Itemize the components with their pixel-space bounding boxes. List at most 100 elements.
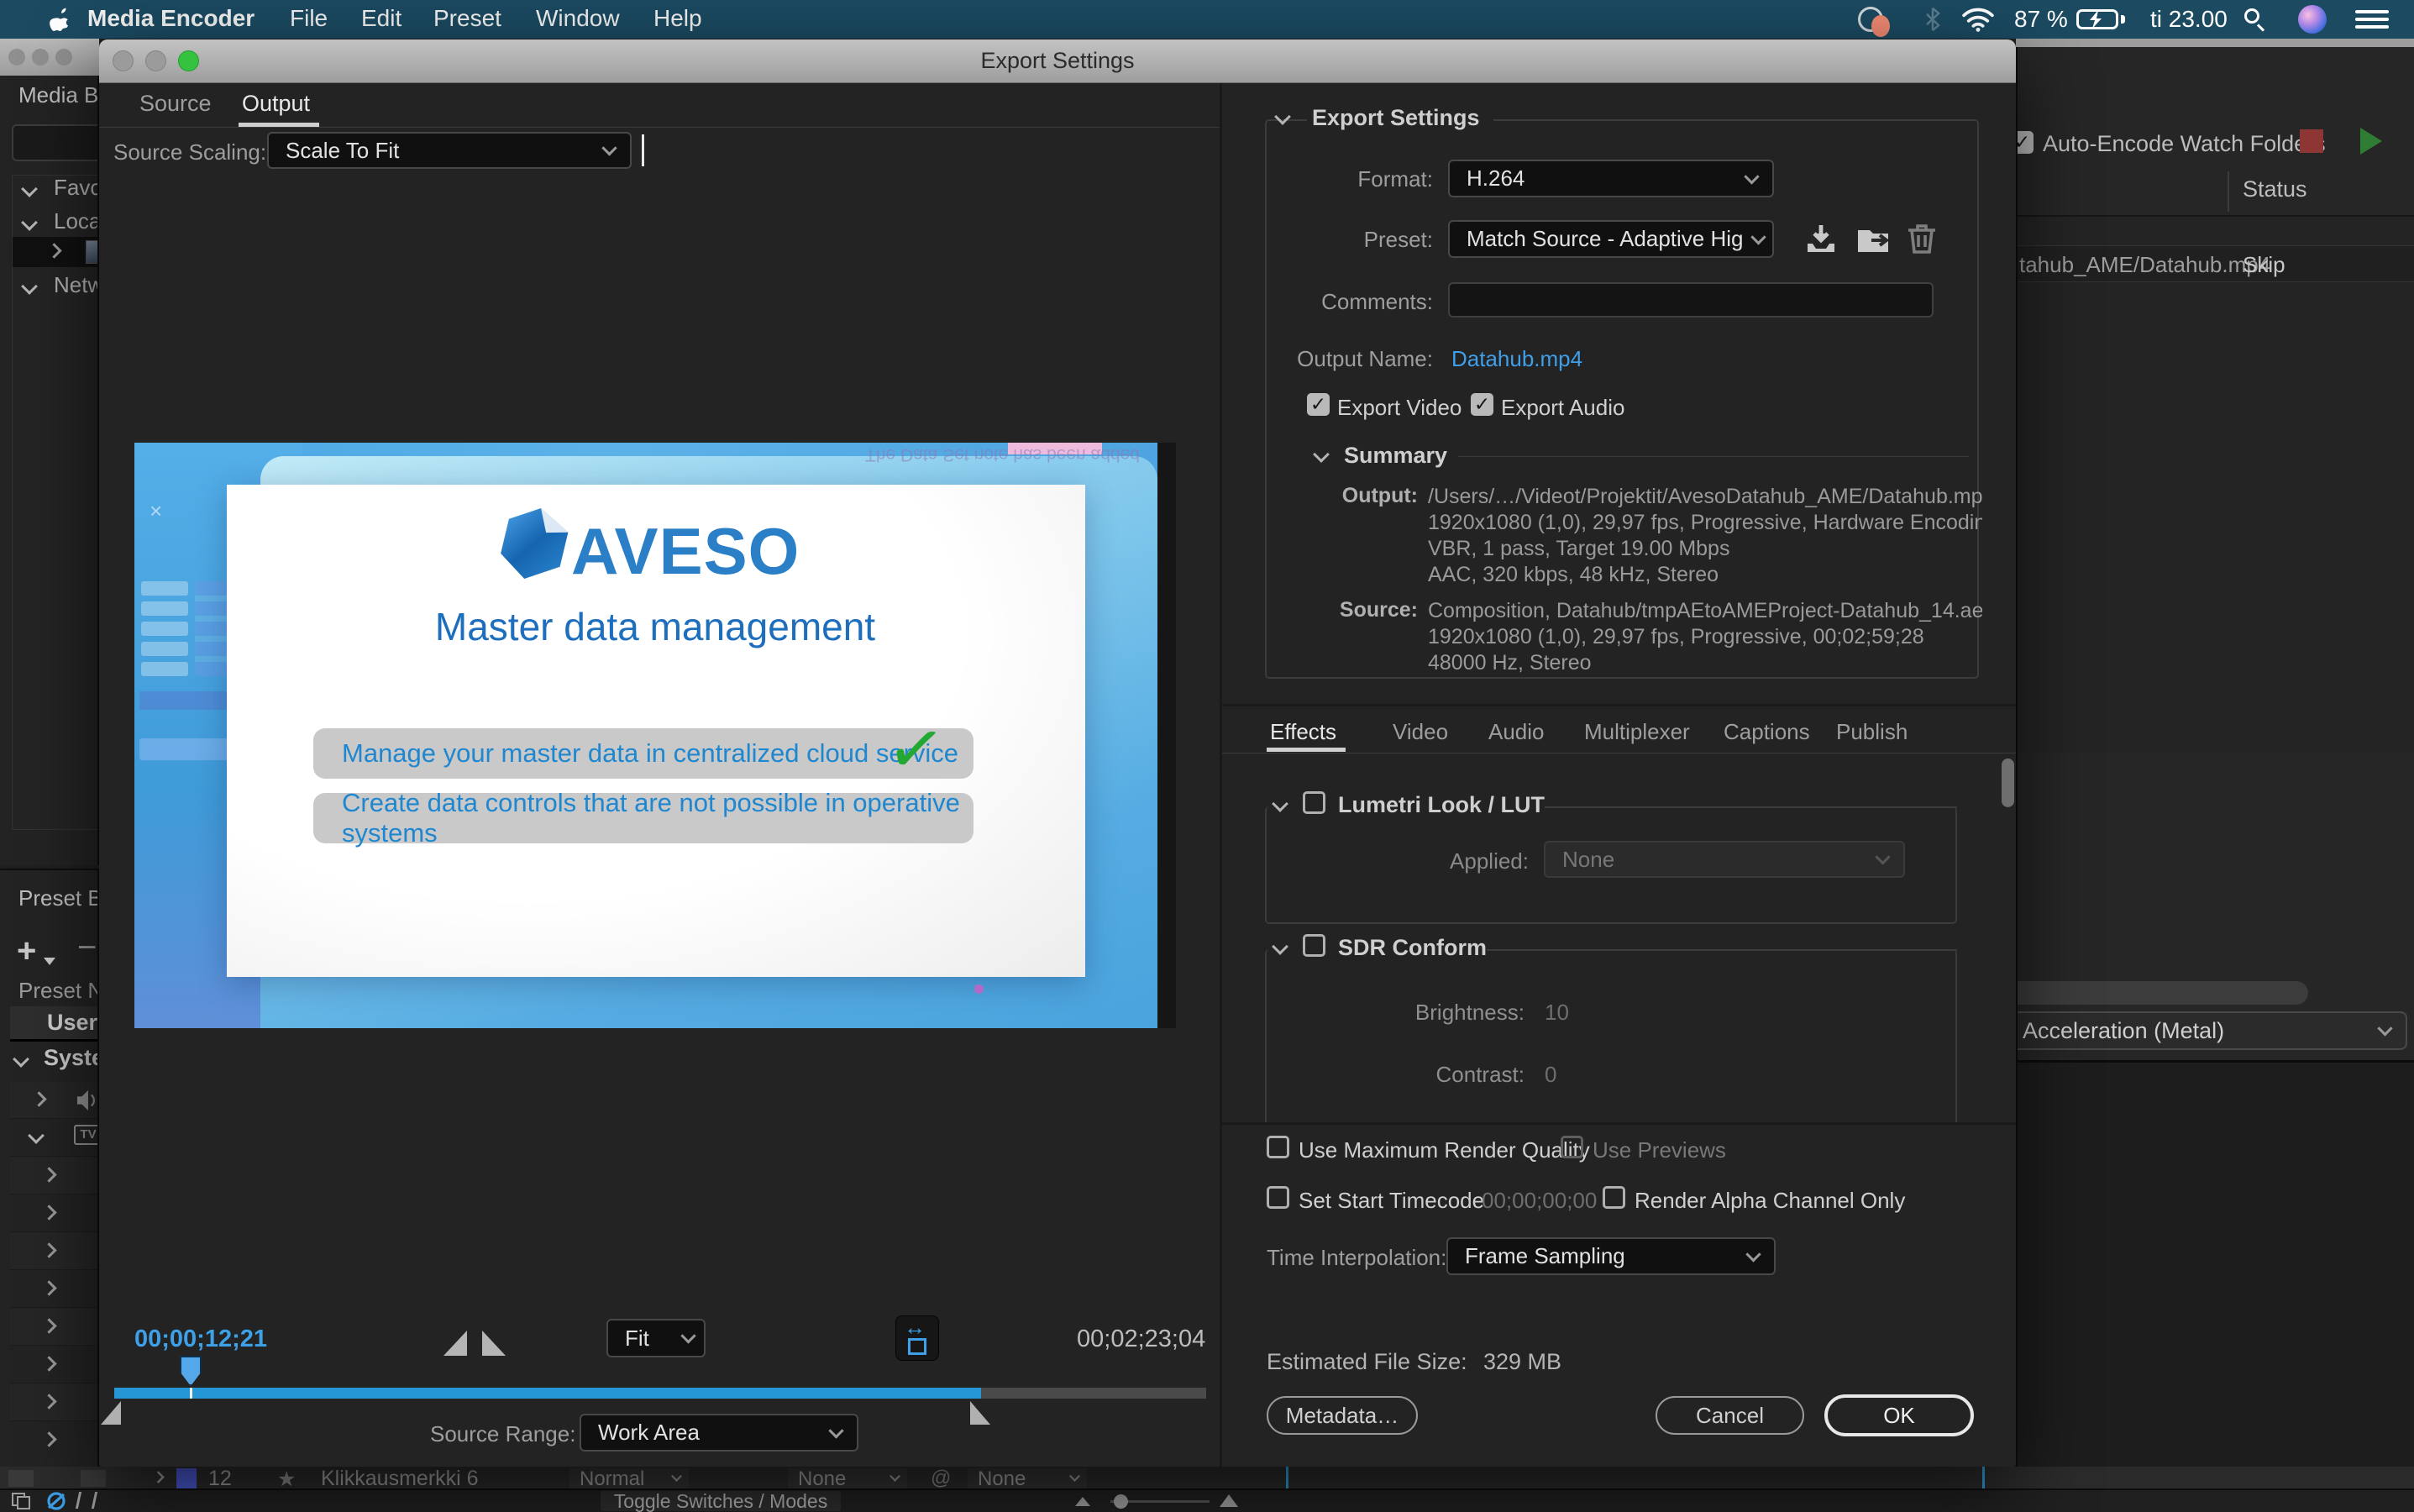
- row-chevron-icon[interactable]: [41, 1356, 56, 1371]
- layer-trkmat-dropdown[interactable]: None: [788, 1467, 907, 1489]
- preset-row[interactable]: [10, 1158, 99, 1194]
- aspect-button[interactable]: ↔: [895, 1315, 939, 1361]
- queue-row[interactable]: tahub_AME/Datahub.mp4 Skip: [2018, 245, 2414, 282]
- apple-icon[interactable]: [49, 7, 74, 34]
- set-start-timecode-checkbox[interactable]: [1267, 1186, 1289, 1209]
- add-preset-button[interactable]: +: [17, 932, 36, 970]
- export-video-checkbox[interactable]: ✓: [1307, 393, 1330, 416]
- tab-audio[interactable]: Audio: [1488, 719, 1545, 745]
- preset-row[interactable]: [10, 1309, 99, 1346]
- system-presets-label[interactable]: Syste: [44, 1045, 99, 1071]
- row-chevron-icon[interactable]: [41, 1280, 56, 1295]
- wifi-icon[interactable]: [1960, 7, 1996, 32]
- audio-chevron-icon[interactable]: [31, 1091, 46, 1106]
- row-chevron-icon[interactable]: [41, 1394, 56, 1409]
- contrast-value[interactable]: 0: [1545, 1062, 1556, 1088]
- effects-scrollbar[interactable]: [2002, 759, 2014, 807]
- layer-star-icon[interactable]: ★: [277, 1467, 296, 1490]
- layer-name[interactable]: Klikkausmerkki 6: [321, 1467, 479, 1490]
- sdr-checkbox[interactable]: [1303, 934, 1325, 957]
- preset-row-audio[interactable]: [10, 1082, 99, 1119]
- preset-row[interactable]: [10, 1271, 99, 1308]
- layer-expand-icon[interactable]: [152, 1471, 165, 1483]
- tab-output[interactable]: Output: [242, 91, 310, 117]
- cancel-button[interactable]: Cancel: [1656, 1396, 1804, 1435]
- preset-row[interactable]: [10, 1195, 99, 1232]
- menu-help[interactable]: Help: [653, 5, 702, 32]
- render-alpha-checkbox[interactable]: [1603, 1186, 1625, 1209]
- zoom-out-icon[interactable]: [1075, 1497, 1090, 1506]
- lumetri-checkbox[interactable]: [1303, 791, 1325, 814]
- tab-multiplexer[interactable]: Multiplexer: [1584, 719, 1690, 745]
- zoom-fit-dropdown[interactable]: Fit: [606, 1319, 706, 1357]
- row-chevron-icon[interactable]: [41, 1205, 56, 1220]
- brightness-value[interactable]: 10: [1545, 1000, 1569, 1026]
- menu-edit[interactable]: Edit: [361, 5, 401, 32]
- import-preset-icon[interactable]: [1855, 222, 1892, 257]
- applied-dropdown[interactable]: None: [1544, 841, 1905, 878]
- menubar-clock[interactable]: ti 23.00: [2150, 6, 2228, 33]
- source-scaling-dropdown[interactable]: Scale To Fit: [267, 132, 632, 169]
- start-timecode-value[interactable]: 00;00;00;00: [1482, 1188, 1597, 1214]
- preset-row-tv[interactable]: TV: [10, 1120, 99, 1157]
- ok-button[interactable]: OK: [1824, 1394, 1974, 1436]
- tree-item-local[interactable]: Local: [54, 208, 99, 234]
- tab-source[interactable]: Source: [139, 91, 212, 117]
- bg-zoom-icon[interactable]: [55, 49, 72, 66]
- brackets-icon[interactable]: [76, 1492, 97, 1509]
- row-chevron-icon[interactable]: [41, 1167, 56, 1182]
- control-center-icon[interactable]: [2355, 8, 2389, 30]
- layer-parent-dropdown[interactable]: None: [968, 1467, 1087, 1489]
- bg-minimize-icon[interactable]: [32, 49, 49, 66]
- stop-button[interactable]: [2300, 129, 2323, 153]
- bluetooth-icon[interactable]: [1923, 7, 1942, 32]
- zoom-in-icon[interactable]: [1220, 1494, 1238, 1507]
- dialog-titlebar[interactable]: Export Settings: [99, 39, 2016, 83]
- tab-publish[interactable]: Publish: [1836, 719, 1908, 745]
- tab-captions[interactable]: Captions: [1724, 719, 1810, 745]
- toggle-switches-button[interactable]: Toggle Switches / Modes: [601, 1491, 841, 1511]
- remove-preset-button[interactable]: −: [77, 929, 97, 967]
- row-chevron-icon[interactable]: [41, 1431, 56, 1446]
- time-interpolation-dropdown[interactable]: Frame Sampling: [1446, 1237, 1776, 1275]
- system-presets-chevron-icon[interactable]: [13, 1051, 29, 1068]
- acceleration-dropdown[interactable]: Acceleration (Metal): [2016, 1011, 2407, 1050]
- video-preview[interactable]: × The Data Set note has been added AVESO…: [134, 443, 1176, 1028]
- source-range-dropdown[interactable]: Work Area: [580, 1414, 858, 1452]
- watch-folders-checkbox[interactable]: ✓: [2016, 131, 2034, 154]
- parent-pickwhip-icon[interactable]: @: [931, 1467, 951, 1490]
- current-timecode[interactable]: 00;00;12;21: [134, 1326, 267, 1353]
- layer-color-chip[interactable]: [176, 1468, 197, 1488]
- preset-row[interactable]: [10, 1422, 99, 1459]
- preset-row[interactable]: [10, 1384, 99, 1421]
- search-icon[interactable]: [2244, 8, 2259, 24]
- status-column-header[interactable]: Status: [2243, 176, 2307, 202]
- format-dropdown[interactable]: H.264: [1448, 160, 1774, 197]
- graph-editor-icon[interactable]: [45, 1491, 67, 1511]
- queue-hscrollbar[interactable]: [2018, 981, 2308, 1005]
- use-previews-checkbox[interactable]: [1561, 1136, 1583, 1158]
- bg-close-icon[interactable]: [8, 49, 25, 66]
- row-chevron-icon[interactable]: [41, 1242, 56, 1257]
- user-presets-row[interactable]: User P: [10, 1006, 99, 1042]
- tab-video[interactable]: Video: [1393, 719, 1448, 745]
- row-chevron-icon[interactable]: [41, 1318, 56, 1333]
- output-name-link[interactable]: Datahub.mp4: [1451, 346, 1582, 372]
- menu-preset[interactable]: Preset: [433, 5, 501, 32]
- export-audio-checkbox[interactable]: ✓: [1471, 393, 1493, 416]
- zoom-slider-knob[interactable]: [1114, 1494, 1128, 1509]
- preset-row[interactable]: [10, 1233, 99, 1270]
- media-browser-search-input[interactable]: [12, 124, 99, 161]
- tv-chevron-icon[interactable]: [28, 1127, 45, 1144]
- layer-mode-dropdown[interactable]: Normal: [569, 1467, 689, 1489]
- save-preset-icon[interactable]: [1803, 222, 1839, 257]
- preset-row[interactable]: [10, 1347, 99, 1383]
- menu-app-name[interactable]: Media Encoder: [87, 5, 255, 32]
- start-queue-button[interactable]: [2360, 128, 2382, 155]
- max-render-quality-checkbox[interactable]: [1267, 1136, 1289, 1158]
- preset-dropdown[interactable]: Match Source - Adaptive High Bit…: [1448, 220, 1774, 258]
- metadata-button[interactable]: Metadata…: [1267, 1396, 1418, 1435]
- menu-file[interactable]: File: [290, 5, 328, 32]
- siri-icon[interactable]: [2298, 5, 2327, 34]
- delete-preset-icon[interactable]: [1905, 220, 1939, 257]
